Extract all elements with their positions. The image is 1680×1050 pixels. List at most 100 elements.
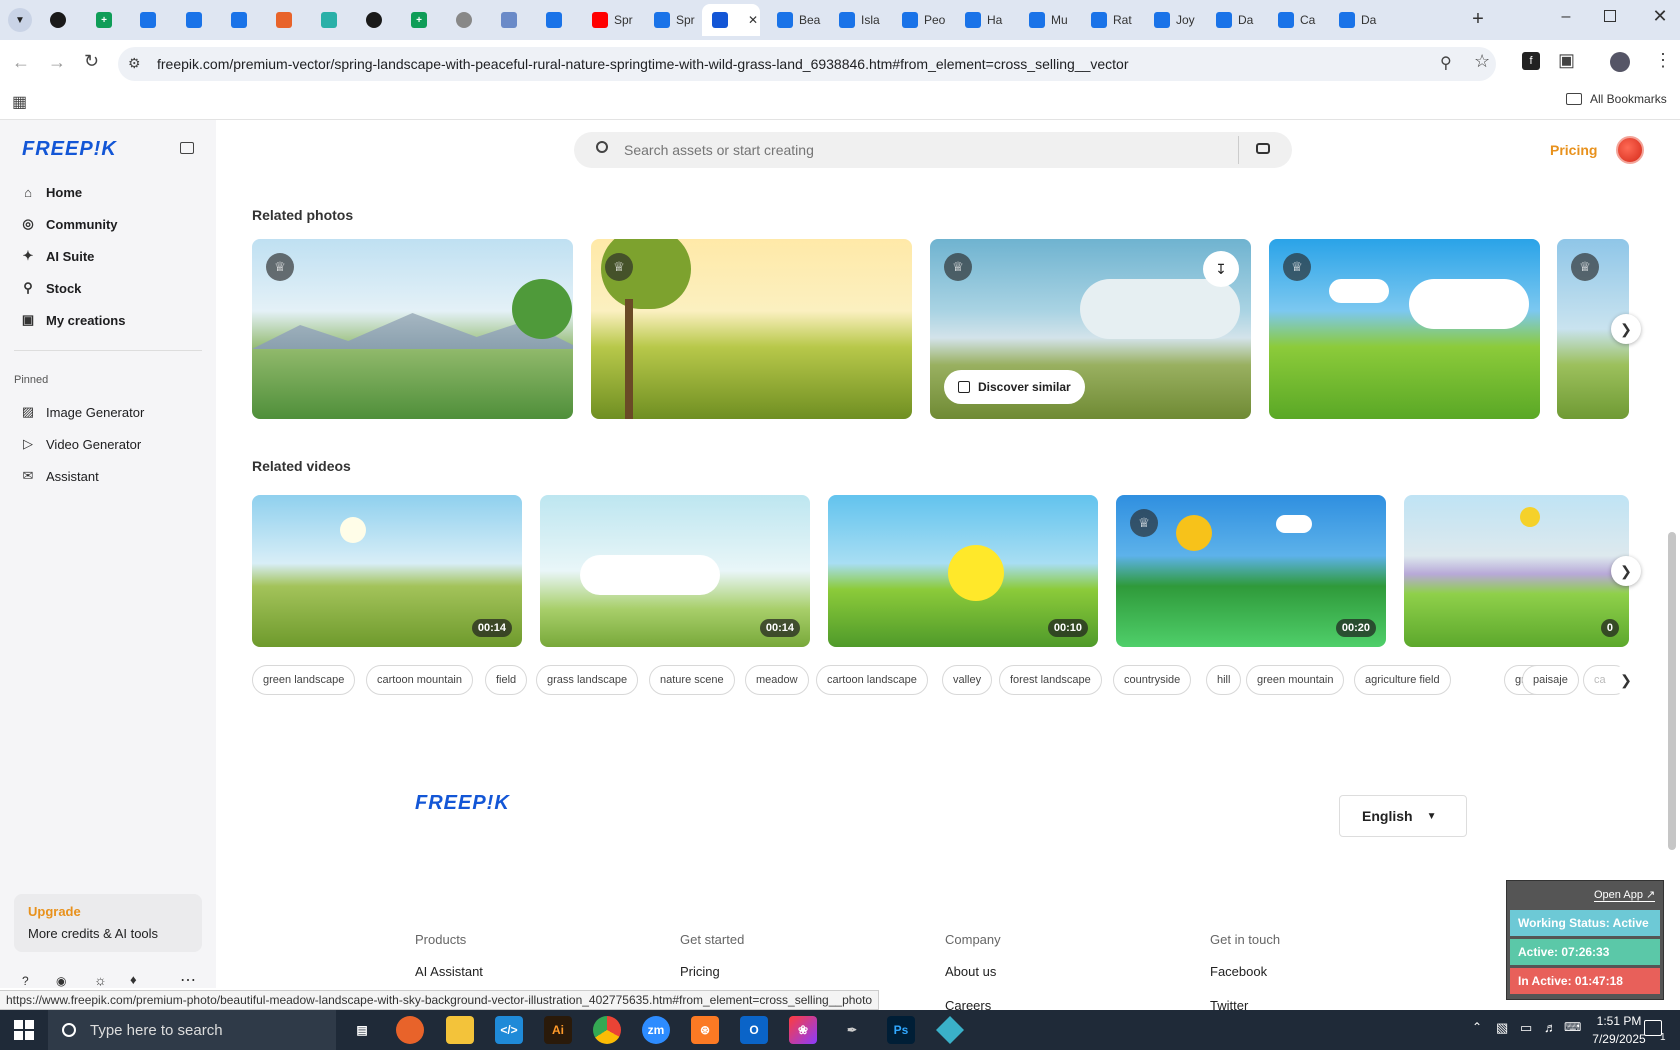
firefox-icon[interactable] <box>396 1016 424 1044</box>
browser-tab[interactable]: Mu <box>1019 4 1077 36</box>
browser-tab[interactable]: Joy <box>1144 4 1202 36</box>
tag-chip[interactable]: cartoon landscape <box>816 665 928 695</box>
tag-chip[interactable]: paisaje <box>1522 665 1579 695</box>
search-input[interactable] <box>624 140 1224 160</box>
browser-tab[interactable]: Isla <box>829 4 887 36</box>
all-bookmarks-button[interactable]: All Bookmarks <box>1566 92 1667 106</box>
video-thumb-4[interactable]: ♕ 00:20 <box>1116 495 1386 647</box>
browser-tab[interactable]: Da <box>1206 4 1264 36</box>
tag-chip[interactable]: nature scene <box>649 665 735 695</box>
video-thumb-2[interactable]: 00:14 <box>540 495 810 647</box>
upgrade-card[interactable]: Upgrade More credits & AI tools <box>14 894 202 952</box>
tab-search-button[interactable]: ▼ <box>8 8 32 32</box>
video-thumb-3[interactable]: 00:10 <box>828 495 1098 647</box>
sidebar-item-ai-suite[interactable]: ✦ AI Suite <box>20 248 95 264</box>
zoom-app-icon[interactable]: zm <box>642 1016 670 1044</box>
photoshop-icon[interactable]: Ps <box>887 1016 915 1044</box>
url-text[interactable]: freepik.com/premium-vector/spring-landsc… <box>157 56 1128 72</box>
back-icon[interactable]: ← <box>12 52 30 73</box>
tag-chip[interactable]: hill <box>1206 665 1242 695</box>
tag-chip[interactable]: meadow <box>745 665 809 695</box>
photo-thumb-4[interactable]: ♕ <box>1269 239 1540 419</box>
browser-tab[interactable]: Bea <box>767 4 825 36</box>
close-window-button[interactable]: ✕ <box>1650 6 1670 26</box>
taskbar-search[interactable]: Type here to search <box>48 1010 336 1050</box>
browser-tab[interactable]: Ca <box>1268 4 1326 36</box>
tags-next-arrow[interactable]: ❯ <box>1611 665 1641 695</box>
footer-link[interactable]: Facebook <box>1210 964 1267 979</box>
photo-thumb-3[interactable]: ♕ ↧ Discover similar <box>930 239 1251 419</box>
tray-network-icon[interactable]: ▧ <box>1496 1020 1508 1036</box>
new-tab-button[interactable]: + <box>1466 8 1490 32</box>
tag-chip[interactable]: green mountain <box>1246 665 1345 695</box>
browser-tab[interactable]: Rat <box>1081 4 1139 36</box>
tag-chip[interactable]: cartoon mountain <box>366 665 473 695</box>
illustrator-icon[interactable]: Ai <box>544 1016 572 1044</box>
photo-thumb-1[interactable]: ♕ <box>252 239 573 419</box>
browser-tab[interactable]: Spr <box>582 4 640 36</box>
photos-next-arrow[interactable]: ❯ <box>1611 314 1641 344</box>
sidebar-item-stock[interactable]: ⚲ Stock <box>20 280 81 296</box>
photo-thumb-2[interactable]: ♕ <box>591 239 912 419</box>
browser-tab[interactable]: Peo <box>892 4 950 36</box>
footer-link[interactable]: Pricing <box>680 964 720 979</box>
help-icon[interactable]: ? <box>22 974 29 988</box>
pricing-link[interactable]: Pricing <box>1550 142 1597 158</box>
vscode-icon[interactable]: </> <box>495 1016 523 1044</box>
browser-tab[interactable] <box>311 4 351 36</box>
browser-tab[interactable] <box>446 4 486 36</box>
tag-chip[interactable]: forest landscape <box>999 665 1102 695</box>
browser-tab[interactable] <box>221 4 261 36</box>
download-button[interactable]: ↧ <box>1203 251 1239 287</box>
video-thumb-5[interactable]: 0 <box>1404 495 1629 647</box>
discover-similar-button[interactable]: Discover similar <box>944 370 1085 404</box>
sidebar-pinned-video-generator[interactable]: ▷ Video Generator <box>20 436 141 452</box>
apps-grid-icon[interactable]: ▦ <box>12 92 27 112</box>
page-scrollbar[interactable] <box>1668 532 1676 850</box>
minimize-button[interactable]: – <box>1556 8 1576 28</box>
outlook-icon[interactable]: O <box>740 1016 768 1044</box>
restore-button[interactable] <box>1604 10 1616 22</box>
freepik-logo[interactable]: FREEP!K <box>22 138 117 161</box>
browser-tab[interactable] <box>176 4 216 36</box>
browser-tab[interactable] <box>266 4 306 36</box>
profile-avatar[interactable] <box>1610 52 1630 72</box>
footer-logo[interactable]: FREEP!K <box>415 792 510 815</box>
taskbar-date[interactable]: 7/29/2025 <box>1586 1032 1652 1046</box>
puzzle-icon[interactable]: ▣ <box>1558 50 1575 71</box>
browser-tab[interactable] <box>40 4 80 36</box>
site-info-icon[interactable]: ⚙ <box>128 55 141 72</box>
browser-tab[interactable] <box>356 4 396 36</box>
video-thumb-1[interactable]: 00:14 <box>252 495 522 647</box>
creative-cloud-icon[interactable]: ❀ <box>789 1016 817 1044</box>
xampp-icon[interactable]: ⊛ <box>691 1016 719 1044</box>
extension-icon[interactable]: f <box>1522 52 1540 70</box>
tray-ime-icon[interactable]: ⌨ <box>1564 1020 1581 1034</box>
sidebar-item-home[interactable]: ⌂ Home <box>20 184 82 200</box>
footer-link[interactable]: About us <box>945 964 996 979</box>
chrome-icon[interactable] <box>593 1016 621 1044</box>
collapse-sidebar-icon[interactable] <box>180 142 194 154</box>
tag-chip[interactable]: field <box>485 665 528 695</box>
windows-start-icon[interactable] <box>14 1020 34 1040</box>
videos-next-arrow[interactable]: ❯ <box>1611 556 1641 586</box>
camera-icon[interactable] <box>1256 143 1270 154</box>
sidebar-pinned-assistant[interactable]: ✉ Assistant <box>20 468 99 484</box>
tag-chip[interactable]: countryside <box>1113 665 1192 695</box>
tag-chip[interactable]: agriculture field <box>1354 665 1451 695</box>
footer-link[interactable]: AI Assistant <box>415 964 483 979</box>
browser-tab[interactable]: Ha <box>955 4 1013 36</box>
file-explorer-icon[interactable] <box>446 1016 474 1044</box>
taskbar-time[interactable]: 1:51 PM <box>1586 1014 1652 1028</box>
task-view-icon[interactable]: ▤ <box>348 1016 376 1044</box>
forward-icon[interactable]: → <box>48 52 66 73</box>
browser-tab[interactable] <box>130 4 170 36</box>
browser-tab[interactable]: Da <box>1329 4 1387 36</box>
close-tab-icon[interactable]: ✕ <box>748 13 758 27</box>
user-avatar[interactable] <box>1616 136 1644 164</box>
tag-chip[interactable]: valley <box>942 665 993 695</box>
sidebar-item-my-creations[interactable]: ▣ My creations <box>20 312 126 328</box>
sidebar-item-community[interactable]: ◎ Community <box>20 216 117 232</box>
browser-tab[interactable] <box>491 4 531 36</box>
open-app-link[interactable]: Open App ↗ <box>1594 888 1656 902</box>
